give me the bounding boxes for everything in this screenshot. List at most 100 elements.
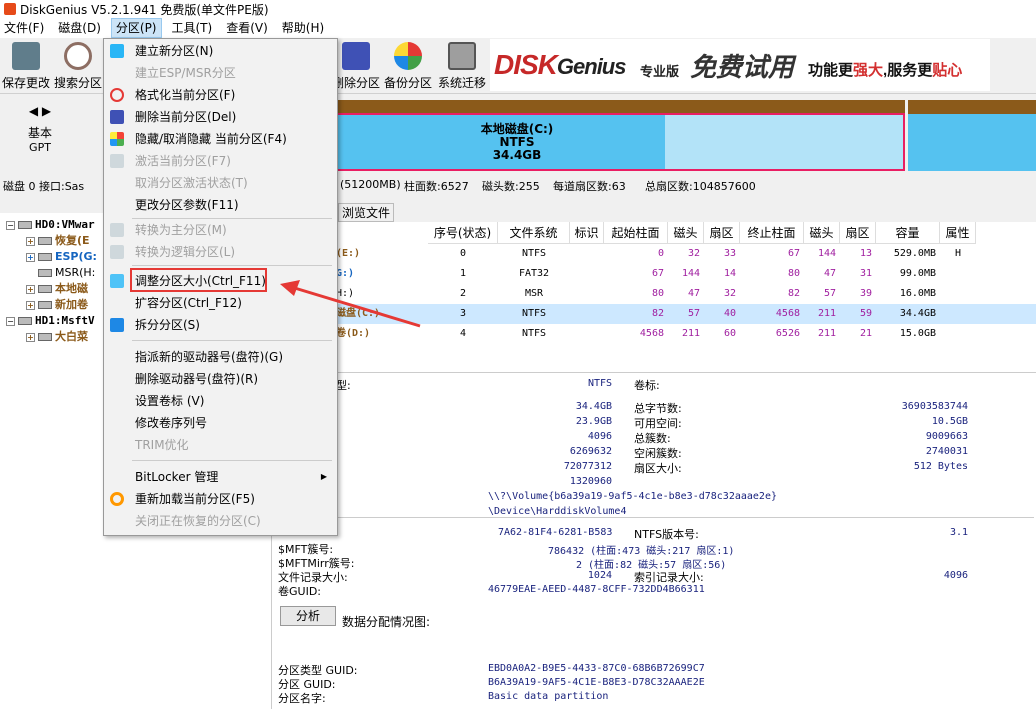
detail-label: 空闲簇数: [634, 447, 682, 460]
partition-icon [38, 237, 52, 245]
col-capacity[interactable]: 容量 [876, 222, 940, 244]
menu-item-create-esp-msr[interactable]: 建立ESP/MSR分区 [104, 62, 337, 84]
tree-item-esp[interactable]: + ESP(G: [26, 249, 97, 265]
menu-help[interactable]: 帮助(H) [278, 18, 328, 38]
disk-capacity: (51200MB) [340, 178, 401, 191]
table-row[interactable]: (E:) 0 NTFS 0 32 33 67 144 13 529.0MB H [272, 244, 1036, 264]
promo-banner[interactable]: DISKGenius 专业版 免费试用 功能更强大,服务更贴心 [490, 39, 990, 91]
partition-icon [38, 269, 52, 277]
detail-value: B6A39A19-9AF5-4C1E-B8E3-D78C32AAAE2E [488, 677, 705, 688]
col-start-sector[interactable]: 扇区 [704, 222, 740, 244]
disk-scheme: GPT [29, 141, 51, 154]
tree-item-new-volume[interactable]: + 新加卷 [26, 297, 88, 313]
col-index[interactable]: 序号(状态) [428, 222, 498, 244]
menu-item-change-params[interactable]: 更改分区参数(F11) [104, 194, 337, 216]
menu-item-new-partition[interactable]: 建立新分区(N) [104, 40, 337, 62]
partition-icon [38, 333, 52, 341]
tree-hd0[interactable]: − HD0:VMwar [6, 217, 95, 233]
detail-label: 总字节数: [634, 402, 682, 415]
tree-item-local-c[interactable]: + 本地磁 [26, 281, 88, 297]
menu-item-to-logical[interactable]: 转换为逻辑分区(L) [104, 241, 337, 263]
col-end-cyl[interactable]: 终止柱面 [740, 222, 804, 244]
disk-nav-arrows[interactable]: ◀ ▶ [0, 104, 80, 118]
detail-device-path: \Device\HarddiskVolume4 [488, 506, 627, 517]
app-icon [4, 3, 16, 15]
detail-value: 46779EAE-AEED-4487-8CFF-732DD4B66311 [488, 584, 705, 595]
backup-partition-button[interactable]: 备份分区 [382, 40, 434, 92]
col-end-sector[interactable]: 扇区 [840, 222, 876, 244]
system-migrate-button[interactable]: 系统迁移 [436, 40, 488, 92]
partition-icon [38, 301, 52, 309]
menu-item-change-serial[interactable]: 修改卷序列号 [104, 412, 337, 434]
banner-edition: 专业版 [640, 64, 680, 79]
menu-item-set-label[interactable]: 设置卷标 (V) [104, 390, 337, 412]
menu-view[interactable]: 查看(V) [222, 18, 272, 38]
detail-volume-path: \\?\Volume{b6a39a19-9af5-4c1e-b8e3-d78c3… [488, 491, 777, 502]
search-partition-button[interactable]: 搜索分区 [52, 40, 104, 92]
menu-item-assign-letter[interactable]: 指派新的驱动器号(盘符)(G) [104, 346, 337, 368]
annotation-arrow-icon [280, 280, 421, 328]
menu-item-trim[interactable]: TRIM优化 [104, 434, 337, 456]
menu-item-delete[interactable]: 删除当前分区(Del) [104, 106, 337, 128]
activate-icon [110, 154, 124, 168]
detail-serial: 7A62-81F4-6281-B583 [498, 527, 613, 538]
detail-label: 索引记录大小: [634, 571, 704, 584]
partition-block-d[interactable] [908, 100, 1036, 171]
detail-label: 卷标: [634, 379, 660, 392]
window-title: DiskGenius V5.2.1.941 免费版(单文件PE版) [20, 2, 269, 17]
convert-icon [110, 245, 124, 259]
disk-heads: 磁头数:255 [482, 180, 540, 193]
partition-block-c[interactable]: 本地磁盘(C:) NTFS 34.4GB [330, 113, 905, 171]
detail-value: 2740031 [925, 446, 968, 457]
menu-file[interactable]: 文件(F) [0, 18, 48, 38]
menu-partition[interactable]: 分区(P) [110, 18, 162, 38]
menu-item-hide[interactable]: 隐藏/取消隐藏 当前分区(F4) [104, 128, 337, 150]
col-start-cyl[interactable]: 起始柱面 [604, 222, 668, 244]
detail-value: 6269632 [569, 446, 612, 457]
col-end-head[interactable]: 磁头 [804, 222, 840, 244]
detail-fs-type: NTFS [588, 378, 613, 389]
title-bar: DiskGenius V5.2.1.941 免费版(单文件PE版) [0, 0, 1036, 18]
detail-value: 4096 [943, 570, 968, 581]
menu-bar: 文件(F) 磁盘(D) 分区(P) 工具(T) 查看(V) 帮助(H) [0, 18, 1036, 38]
menu-item-remove-letter[interactable]: 删除驱动器号(盘符)(R) [104, 368, 337, 390]
diskgenius-logo: DISKGenius [494, 49, 626, 80]
col-attr[interactable]: 属性 [940, 222, 976, 244]
trash-icon [110, 110, 124, 124]
detail-value: 512 Bytes [913, 461, 968, 472]
analyze-button[interactable]: 分析 [280, 606, 336, 626]
highlight-box [130, 268, 267, 292]
save-changes-button[interactable]: 保存更改 [0, 40, 52, 92]
col-start-head[interactable]: 磁头 [668, 222, 704, 244]
menu-tools[interactable]: 工具(T) [168, 18, 217, 38]
disk-sectors-per-track: 每道扇区数:63 [553, 180, 626, 193]
menu-item-deactivate[interactable]: 取消分区激活状态(T) [104, 172, 337, 194]
split-icon [110, 318, 124, 332]
tree-item-dabaicai[interactable]: + 大白菜 [26, 329, 88, 345]
trash-icon [342, 42, 370, 70]
save-icon [12, 42, 40, 70]
detail-value: 72077312 [563, 461, 612, 472]
menu-item-close-recovering[interactable]: 关闭正在恢复的分区(C) [104, 510, 337, 532]
col-fs[interactable]: 文件系统 [498, 222, 570, 244]
banner-free-trial: 免费试用 [690, 53, 795, 82]
partition-bar-top [330, 100, 905, 114]
tab-browse-files[interactable]: 浏览文件 [338, 203, 394, 222]
tree-item-msr[interactable]: MSR(H: [38, 265, 95, 281]
new-partition-icon [110, 44, 124, 58]
menu-item-format[interactable]: 格式化当前分区(F) [104, 84, 337, 106]
menu-item-to-primary[interactable]: 转换为主分区(M) [104, 219, 337, 241]
menu-disk[interactable]: 磁盘(D) [54, 18, 105, 38]
col-flag[interactable]: 标识 [570, 222, 604, 244]
disk-nav: ◀ ▶ 基本 GPT [0, 100, 80, 170]
tree-item-recovery[interactable]: + 恢复(E [26, 233, 90, 249]
reload-icon [110, 492, 124, 506]
detail-label: NTFS版本号: [634, 528, 699, 541]
tree-hd1[interactable]: − HD1:MsftV [6, 313, 95, 329]
menu-item-reload[interactable]: 重新加载当前分区(F5) [104, 488, 337, 510]
allocation-map-label: 数据分配情况图: [342, 615, 431, 629]
menu-item-activate[interactable]: 激活当前分区(F7) [104, 150, 337, 172]
menu-item-bitlocker[interactable]: BitLocker 管理 ▶ [104, 466, 337, 488]
convert-icon [110, 223, 124, 237]
detail-value: 3.1 [949, 527, 968, 538]
